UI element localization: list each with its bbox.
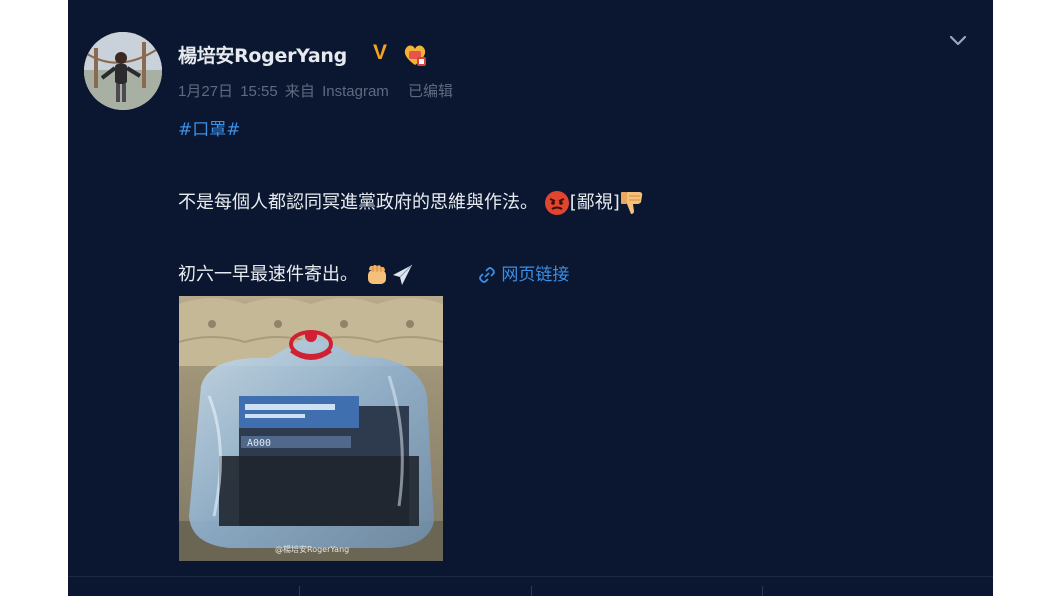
post-text-2: 初六一早最速件寄出。 — [178, 264, 358, 285]
avatar[interactable] — [84, 32, 162, 110]
heart-badge-icon — [404, 45, 426, 66]
thumbs-down-icon — [620, 192, 642, 214]
username-link[interactable]: 楊培安RogerYang — [178, 41, 347, 68]
post-image-photo: A000 @楊培安RogerYang — [179, 296, 443, 561]
avatar-photo — [84, 32, 162, 110]
like-button[interactable] — [763, 577, 993, 596]
link-icon — [479, 267, 495, 283]
web-link-label[interactable]: 网页链接 — [501, 265, 569, 285]
hashtag-link[interactable]: #口罩# — [178, 115, 241, 140]
post-text-line-1: 不是每個人都認同冥進黨政府的思維與作法。 [鄙視] — [178, 188, 644, 216]
verified-icon: V — [373, 41, 388, 64]
post-time[interactable]: 15:55 — [240, 83, 278, 100]
edited-label[interactable]: 已编辑 — [408, 83, 453, 100]
post-image[interactable]: A000 @楊培安RogerYang — [179, 296, 443, 561]
comment-button[interactable] — [532, 577, 763, 596]
source-link[interactable]: Instagram — [322, 83, 389, 100]
fist-icon — [367, 265, 386, 284]
post-date[interactable]: 1月27日 — [178, 83, 233, 100]
repost-button[interactable] — [300, 577, 531, 596]
airplane-icon — [392, 264, 413, 285]
svg-text:A000: A000 — [247, 438, 271, 449]
post-text-1: 不是每個人都認同冥進黨政府的思維與作法。 — [178, 192, 538, 213]
emoji-label: [鄙視] — [569, 192, 620, 213]
angry-face-icon — [544, 191, 569, 215]
image-watermark: @楊培安RogerYang — [275, 544, 349, 554]
source-prefix: 来自 — [284, 83, 315, 100]
chevron-down-icon[interactable] — [946, 28, 970, 52]
post-text-line-2: 初六一早最速件寄出。 — [178, 260, 416, 288]
weibo-post-card: 楊培安RogerYang V 1月27日 15:55 来自 Instagram … — [68, 0, 993, 596]
favorite-button[interactable] — [68, 577, 299, 596]
web-link[interactable]: 网页链接 — [478, 260, 569, 285]
post-meta: 1月27日 15:55 来自 Instagram 已编辑 — [178, 80, 456, 101]
